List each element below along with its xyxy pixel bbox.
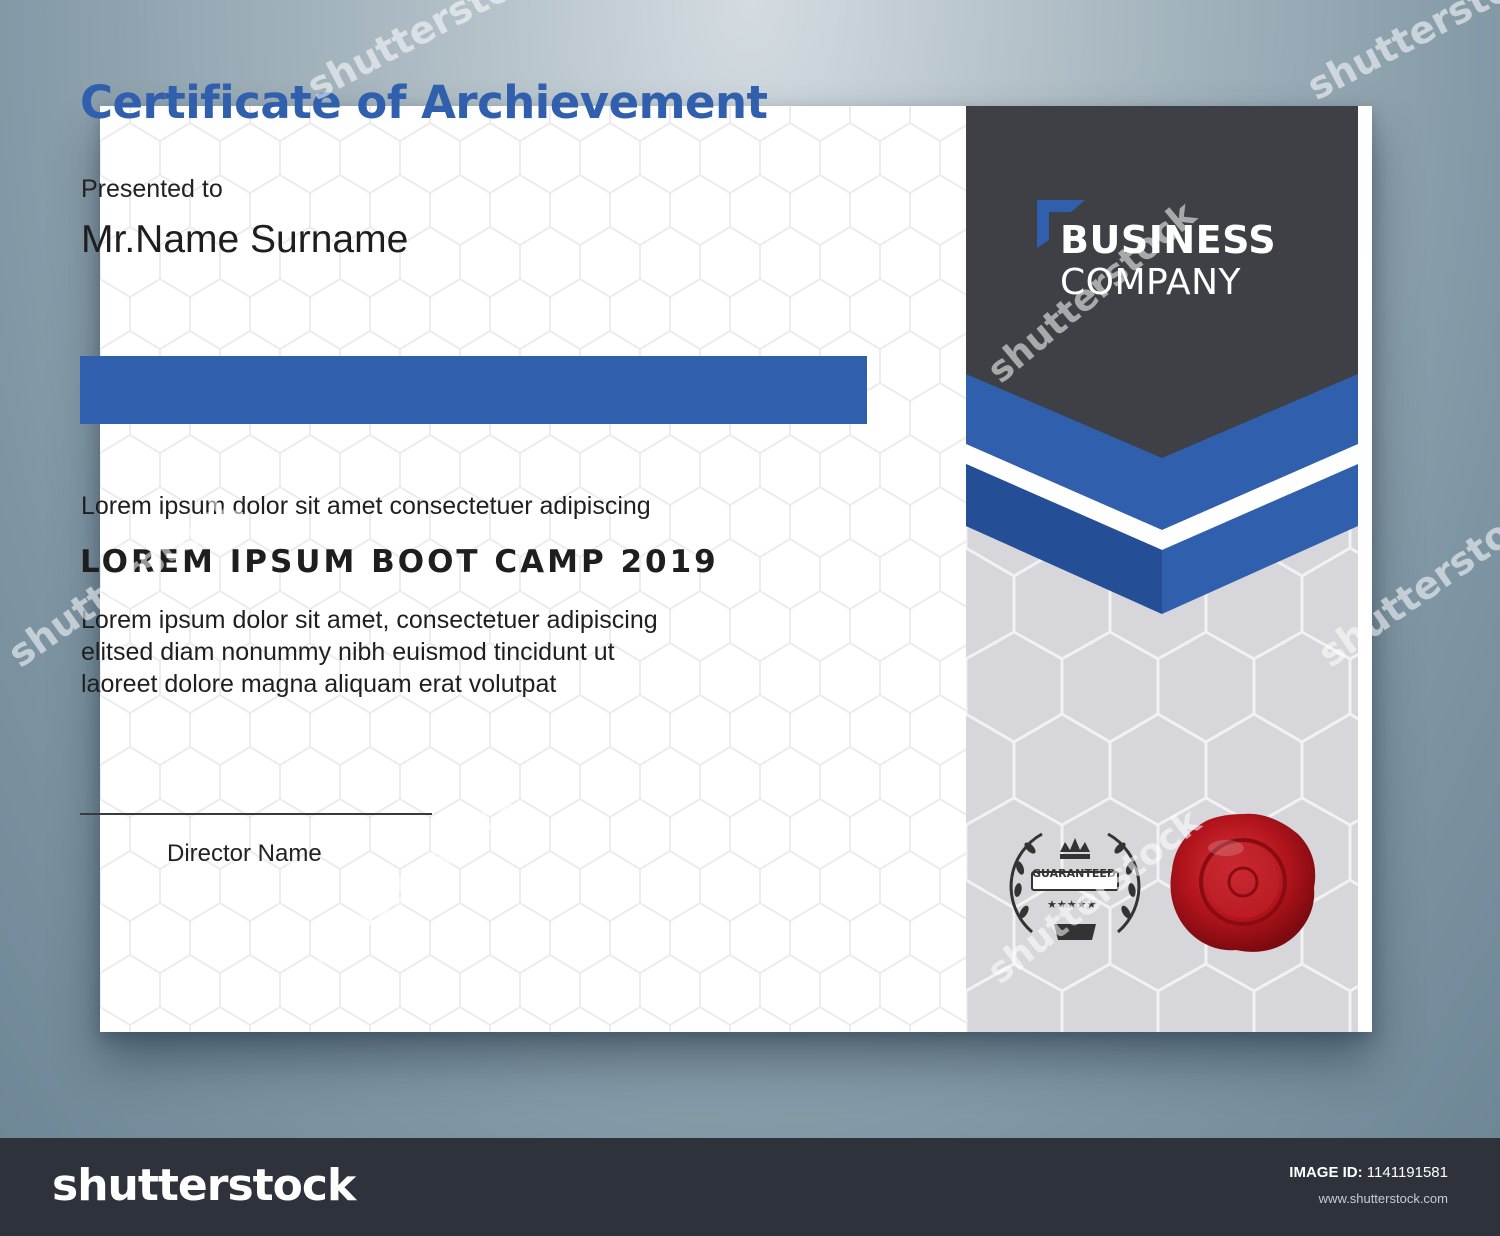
body-line: elitsed diam nonummy nibh euismod tincid… — [81, 638, 615, 666]
body-line: Lorem ipsum dolor sit amet, consectetuer… — [81, 606, 658, 634]
accent-bar — [80, 356, 867, 424]
intro-text: Lorem ipsum dolor sit amet consectetuer … — [81, 492, 651, 520]
image-id-value: 1141191581 — [1366, 1164, 1448, 1181]
signature-line — [80, 813, 432, 815]
image-id-label: IMAGE ID: — [1289, 1164, 1363, 1181]
recipient-name: Mr.Name Surname — [81, 218, 409, 261]
body-line: laoreet dolore magna aliquam erat volutp… — [81, 670, 557, 698]
body-text: Lorem ipsum dolor sit amet, consectetuer… — [81, 604, 781, 700]
signatory-name: Director Name — [167, 840, 322, 867]
presented-label: Presented to — [81, 175, 223, 203]
footer-logo: shutterstock — [52, 1160, 356, 1211]
right-margin — [1358, 106, 1372, 1032]
certificate-title: Certificate of Archievement — [80, 76, 768, 129]
image-id: IMAGE ID: 1141191581 — [1289, 1164, 1448, 1181]
footer-url: www.shutterstock.com — [1318, 1191, 1448, 1206]
